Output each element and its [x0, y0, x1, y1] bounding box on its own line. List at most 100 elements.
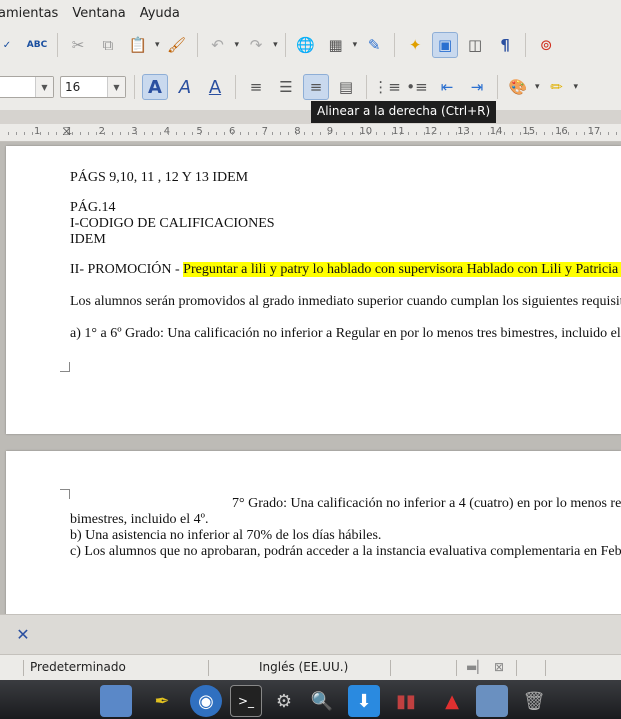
font-color-dropdown-icon[interactable]: ▾ [535, 82, 540, 92]
ruler-tick [216, 132, 217, 135]
decrease-indent-icon[interactable]: ⇤ [434, 74, 460, 100]
terminal-icon[interactable]: >_ [230, 685, 262, 717]
numbering-icon[interactable]: ⋮≡ [373, 74, 401, 100]
undo-icon[interactable]: ↶ [205, 32, 231, 58]
doc-line[interactable]: PÁGS 9,10, 11 , 12 Y 13 IDEM [70, 170, 248, 186]
doc-text-prefix: II- PROMOCIÓN - [70, 262, 184, 277]
menu-ayuda[interactable]: Ayuda [140, 6, 180, 21]
document-modified-icon[interactable]: ⊠ [494, 660, 504, 674]
font-name-combo[interactable]: ▼ [0, 76, 54, 98]
page-2[interactable]: 7° Grado: Una calificación no inferior a… [6, 451, 621, 614]
help-icon[interactable]: ⊚ [533, 32, 559, 58]
ruler-tick [576, 132, 577, 135]
font-size-combo[interactable]: 16 ▼ [60, 76, 126, 98]
redo-icon[interactable]: ↷ [243, 32, 269, 58]
highlighted-text[interactable]: Preguntar a lili y patry lo hablado con … [183, 262, 621, 277]
align-left-icon[interactable]: ≡ [243, 74, 269, 100]
ruler-tick [368, 132, 369, 135]
close-find-icon[interactable]: ✕ [10, 621, 36, 647]
table-dropdown-icon[interactable]: ▾ [353, 40, 358, 50]
hyperlink-icon[interactable]: 🌐 [293, 32, 319, 58]
ruler-tick [256, 132, 257, 135]
separator [516, 660, 517, 676]
ruler-tick [552, 132, 553, 135]
ruler-number: 12 [424, 126, 438, 137]
doc-line[interactable]: c) Los alumnos que no aprobaran, podrán … [70, 544, 621, 560]
navigator-icon[interactable]: ✦ [402, 32, 428, 58]
ruler-tick [152, 132, 153, 135]
copy-icon[interactable]: ⧉ [95, 32, 121, 58]
ruler-tick [168, 132, 169, 135]
pen-icon[interactable]: ✒ [146, 685, 178, 717]
draw-functions-icon[interactable]: ✎ [361, 32, 387, 58]
ruler-tick [312, 132, 313, 135]
paste-dropdown-icon[interactable]: ▾ [155, 40, 160, 50]
books-icon[interactable]: ▮▮ [390, 685, 422, 717]
undo-dropdown-icon[interactable]: ▾ [235, 40, 240, 50]
ruler-tick [104, 132, 105, 135]
doc-line[interactable]: b) Una asistencia no inferior al 70% de … [70, 528, 381, 544]
align-center-icon[interactable]: ☰ [273, 74, 299, 100]
bullets-icon[interactable]: •≡ [404, 74, 430, 100]
paste-icon[interactable]: 📋 [125, 32, 151, 58]
ruler-tick [184, 132, 185, 135]
doc-line[interactable]: I-CODIGO DE CALIFICACIONES [70, 216, 275, 232]
clone-formatting-icon[interactable]: 🖌 [164, 32, 190, 58]
doc-line-promocion[interactable]: II- PROMOCIÓN - Preguntar a lili y patry… [70, 262, 621, 278]
page-1[interactable]: PÁGS 9,10, 11 , 12 Y 13 IDEM PÁG.14 I-CO… [6, 146, 621, 434]
ruler-tick [272, 132, 273, 135]
ruler-tick [392, 132, 393, 135]
increase-indent-icon[interactable]: ⇥ [464, 74, 490, 100]
menu-herramientas[interactable]: amientas [0, 6, 58, 21]
data-sources-icon[interactable]: ◫ [462, 32, 488, 58]
highlighting-icon[interactable]: ✏ [544, 74, 570, 100]
chevron-down-icon[interactable]: ▼ [35, 77, 53, 97]
warning-icon[interactable]: ▲ [436, 685, 468, 717]
browser-icon[interactable]: ◉ [190, 685, 222, 717]
bold-icon[interactable]: A [142, 74, 168, 100]
language-label[interactable]: Inglés (EE.UU.) [259, 660, 348, 674]
search-icon[interactable]: 🔍 [306, 685, 338, 717]
doc-line[interactable]: PÁG.14 [70, 200, 116, 216]
ruler-tick [208, 132, 209, 135]
trash-icon[interactable]: 🗑 [518, 685, 550, 717]
doc-line[interactable]: 7° Grado: Una calificación no inferior a… [232, 496, 621, 512]
download-icon[interactable]: ⬇ [348, 685, 380, 717]
underline-icon[interactable]: A [202, 74, 228, 100]
font-color-icon[interactable]: 🎨 [505, 74, 531, 100]
italic-icon[interactable]: A [172, 74, 198, 100]
tooltip: Alinear a la derecha (Ctrl+R) [311, 101, 497, 123]
document-area[interactable]: PÁGS 9,10, 11 , 12 Y 13 IDEM PÁG.14 I-CO… [0, 142, 621, 614]
ruler-tick [176, 132, 177, 135]
insert-mode-icon[interactable]: ▬▏ [466, 660, 487, 674]
table-icon[interactable]: ▦ [323, 32, 349, 58]
justify-icon[interactable]: ▤ [333, 74, 359, 100]
desktop-icon[interactable] [100, 685, 132, 717]
horizontal-ruler[interactable]: ⧖ 11234567891011121314151617 [0, 124, 621, 142]
doc-line[interactable]: bimestres, incluido el 4º. [70, 512, 208, 528]
page-style-label[interactable]: Predeterminado [30, 660, 126, 674]
settings-icon[interactable]: ⚙ [268, 685, 300, 717]
doc-line[interactable]: a) 1° a 6º Grado: Una calificación no in… [70, 326, 621, 342]
ruler-tick [296, 132, 297, 135]
ruler-tick [344, 132, 345, 135]
menu-ventana[interactable]: Ventana [72, 6, 125, 21]
cut-icon[interactable]: ✂ [65, 32, 91, 58]
formatting-marks-icon[interactable]: ¶ [492, 32, 518, 58]
doc-line[interactable]: IDEM [70, 232, 106, 248]
doc-line[interactable]: Los alumnos serán promovidos al grado in… [70, 294, 621, 310]
gallery-icon[interactable]: ▣ [432, 32, 459, 58]
redo-dropdown-icon[interactable]: ▾ [273, 40, 278, 50]
separator [208, 660, 209, 676]
ruler-tick [448, 132, 449, 135]
chevron-down-icon[interactable]: ▼ [107, 77, 125, 97]
spellcheck-icon[interactable]: ✓ [0, 32, 20, 58]
folder-icon[interactable] [476, 685, 508, 717]
highlighting-dropdown-icon[interactable]: ▾ [574, 82, 579, 92]
ruler-tick [192, 132, 193, 135]
align-right-icon[interactable]: ≡ [303, 74, 329, 100]
separator [390, 660, 391, 676]
autospellcheck-icon[interactable]: ABC [24, 32, 50, 58]
text-boundary-corner [60, 489, 70, 499]
separator [23, 660, 24, 676]
